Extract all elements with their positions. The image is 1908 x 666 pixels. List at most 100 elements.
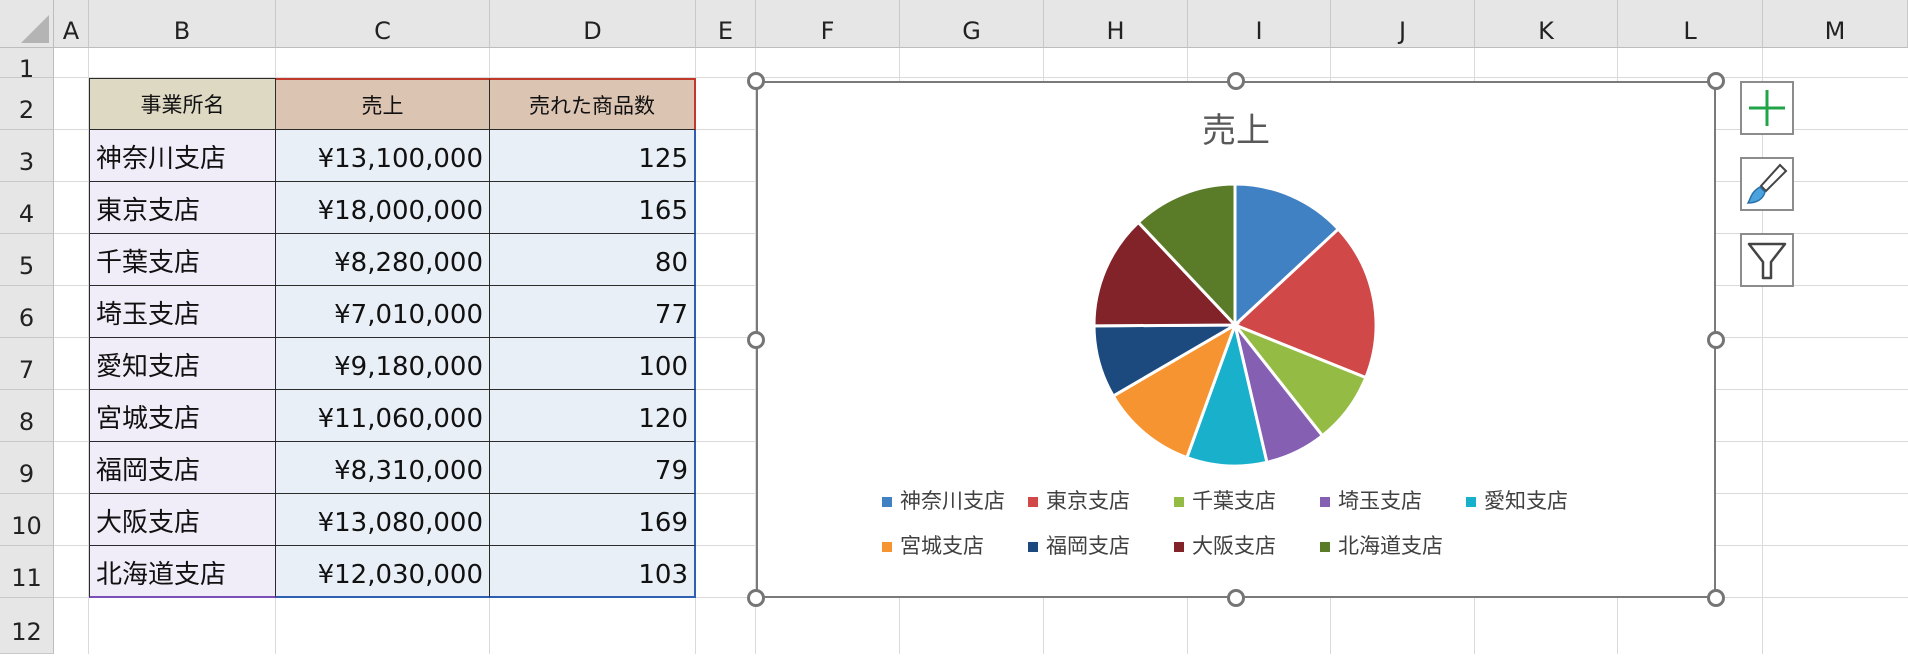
- column-header-b[interactable]: B: [89, 0, 276, 48]
- legend-label: 東京支店: [1046, 489, 1130, 513]
- column-header-d[interactable]: D: [490, 0, 696, 48]
- spreadsheet: ABCDEFGHIJKLM 1 2 3 4 5 6 7 8 9 10 11 12 事業所名 売上 売れ…: [0, 0, 1908, 654]
- cell-branch-name[interactable]: 愛知支店: [89, 338, 276, 390]
- legend-entry[interactable]: 宮城支店: [882, 530, 984, 560]
- resize-handle-bottom-right[interactable]: [1707, 589, 1725, 607]
- legend-entry[interactable]: 埼玉支店: [1320, 485, 1422, 515]
- legend-swatch: [882, 542, 892, 552]
- column-header-i[interactable]: I: [1188, 0, 1331, 48]
- resize-handle-top-right[interactable]: [1707, 72, 1725, 90]
- chart-styles-button[interactable]: [1740, 157, 1794, 211]
- cell-item-count[interactable]: 100: [490, 338, 696, 390]
- legend-swatch: [1320, 542, 1330, 552]
- select-all-corner[interactable]: [0, 0, 54, 48]
- cell-sales[interactable]: ¥8,310,000: [276, 442, 490, 494]
- row-header-4[interactable]: 4: [0, 182, 54, 234]
- cell-branch-name[interactable]: 宮城支店: [89, 390, 276, 442]
- select-all-triangle-icon: [21, 15, 49, 43]
- row-header-1[interactable]: 1: [0, 48, 54, 83]
- row-header-12[interactable]: 12: [0, 598, 54, 654]
- paintbrush-icon: [1746, 163, 1788, 204]
- cell-branch-name[interactable]: 北海道支店: [89, 546, 276, 598]
- column-header-g[interactable]: G: [900, 0, 1044, 48]
- column-header-j[interactable]: J: [1331, 0, 1475, 48]
- legend-swatch: [1028, 497, 1038, 507]
- cell-sales[interactable]: ¥8,280,000: [276, 234, 490, 286]
- column-header-l[interactable]: L: [1618, 0, 1763, 48]
- legend-label: 大阪支店: [1192, 534, 1276, 558]
- pie-plot-area[interactable]: [758, 83, 1714, 596]
- cell-item-count[interactable]: 120: [490, 390, 696, 442]
- legend-entry[interactable]: 大阪支店: [1174, 530, 1276, 560]
- cell-item-count[interactable]: 169: [490, 494, 696, 546]
- cell-sales[interactable]: ¥9,180,000: [276, 338, 490, 390]
- legend-swatch: [882, 497, 892, 507]
- legend-entry[interactable]: 神奈川支店: [882, 485, 1005, 515]
- legend-swatch: [1174, 542, 1184, 552]
- cell-sales[interactable]: ¥18,000,000: [276, 182, 490, 234]
- column-header-f[interactable]: F: [756, 0, 900, 48]
- column-header-e[interactable]: E: [696, 0, 756, 48]
- row-header-3[interactable]: 3: [0, 130, 54, 182]
- legend-label: 神奈川支店: [900, 489, 1005, 513]
- resize-handle-right[interactable]: [1707, 331, 1725, 349]
- cell-branch-name[interactable]: 福岡支店: [89, 442, 276, 494]
- cell-branch-name[interactable]: 千葉支店: [89, 234, 276, 286]
- row-header-10[interactable]: 10: [0, 494, 54, 546]
- cell-item-count[interactable]: 103: [490, 546, 696, 598]
- legend-label: 北海道支店: [1338, 534, 1443, 558]
- cell-sales[interactable]: ¥13,080,000: [276, 494, 490, 546]
- resize-handle-bottom-left[interactable]: [747, 589, 765, 607]
- legend-swatch: [1028, 542, 1038, 552]
- row-header-7[interactable]: 7: [0, 338, 54, 390]
- cell-item-count[interactable]: 79: [490, 442, 696, 494]
- cell-branch-name[interactable]: 大阪支店: [89, 494, 276, 546]
- legend-label: 愛知支店: [1484, 489, 1568, 513]
- row-header-5[interactable]: 5: [0, 234, 54, 286]
- chart-elements-button[interactable]: [1740, 81, 1794, 135]
- legend-entry[interactable]: 東京支店: [1028, 485, 1130, 515]
- legend-entry[interactable]: 福岡支店: [1028, 530, 1130, 560]
- resize-handle-top[interactable]: [1227, 72, 1245, 90]
- row-header-6[interactable]: 6: [0, 286, 54, 338]
- legend-entry[interactable]: 北海道支店: [1320, 530, 1443, 560]
- row-header-9[interactable]: 9: [0, 442, 54, 494]
- legend-label: 宮城支店: [900, 534, 984, 558]
- row-header-2[interactable]: 2: [0, 78, 54, 130]
- cell-item-count[interactable]: 125: [490, 130, 696, 182]
- cell-sales[interactable]: ¥13,100,000: [276, 130, 490, 182]
- cell-branch-name[interactable]: 東京支店: [89, 182, 276, 234]
- legend-entry[interactable]: 千葉支店: [1174, 485, 1276, 515]
- legend-swatch: [1320, 497, 1330, 507]
- row-header-8[interactable]: 8: [0, 390, 54, 442]
- cell-branch-name[interactable]: 埼玉支店: [89, 286, 276, 338]
- chart-filters-button[interactable]: [1740, 233, 1794, 287]
- resize-handle-bottom[interactable]: [1227, 589, 1245, 607]
- column-header-m[interactable]: M: [1763, 0, 1908, 48]
- resize-handle-left[interactable]: [747, 331, 765, 349]
- cell-item-count[interactable]: 80: [490, 234, 696, 286]
- cell-branch-name[interactable]: 神奈川支店: [89, 130, 276, 182]
- legend-entry[interactable]: 愛知支店: [1466, 485, 1568, 515]
- cell-sales[interactable]: ¥7,010,000: [276, 286, 490, 338]
- table-header-sales[interactable]: 売上: [276, 78, 490, 130]
- resize-handle-top-left[interactable]: [747, 72, 765, 90]
- legend-label: 福岡支店: [1046, 534, 1130, 558]
- cell-sales[interactable]: ¥12,030,000: [276, 546, 490, 598]
- table-header-name[interactable]: 事業所名: [89, 78, 276, 130]
- column-header-c[interactable]: C: [276, 0, 490, 48]
- legend-swatch: [1466, 497, 1476, 507]
- row-header-11[interactable]: 11: [0, 546, 54, 598]
- cell-item-count[interactable]: 77: [490, 286, 696, 338]
- legend-label: 千葉支店: [1192, 489, 1276, 513]
- column-header-h[interactable]: H: [1044, 0, 1188, 48]
- cell-item-count[interactable]: 165: [490, 182, 696, 234]
- gridline: [1762, 48, 1763, 654]
- column-header-a[interactable]: A: [54, 0, 89, 48]
- column-header-k[interactable]: K: [1475, 0, 1618, 48]
- legend-swatch: [1174, 497, 1184, 507]
- table-header-count[interactable]: 売れた商品数: [490, 78, 696, 130]
- pie-chart[interactable]: 売上 神奈川支店 東京支店 千葉支店 埼玉支店 愛知支店 宮城支店 福岡支店 大阪支店 北海道支…: [756, 81, 1716, 598]
- cell-sales[interactable]: ¥11,060,000: [276, 390, 490, 442]
- funnel-icon: [1747, 242, 1787, 280]
